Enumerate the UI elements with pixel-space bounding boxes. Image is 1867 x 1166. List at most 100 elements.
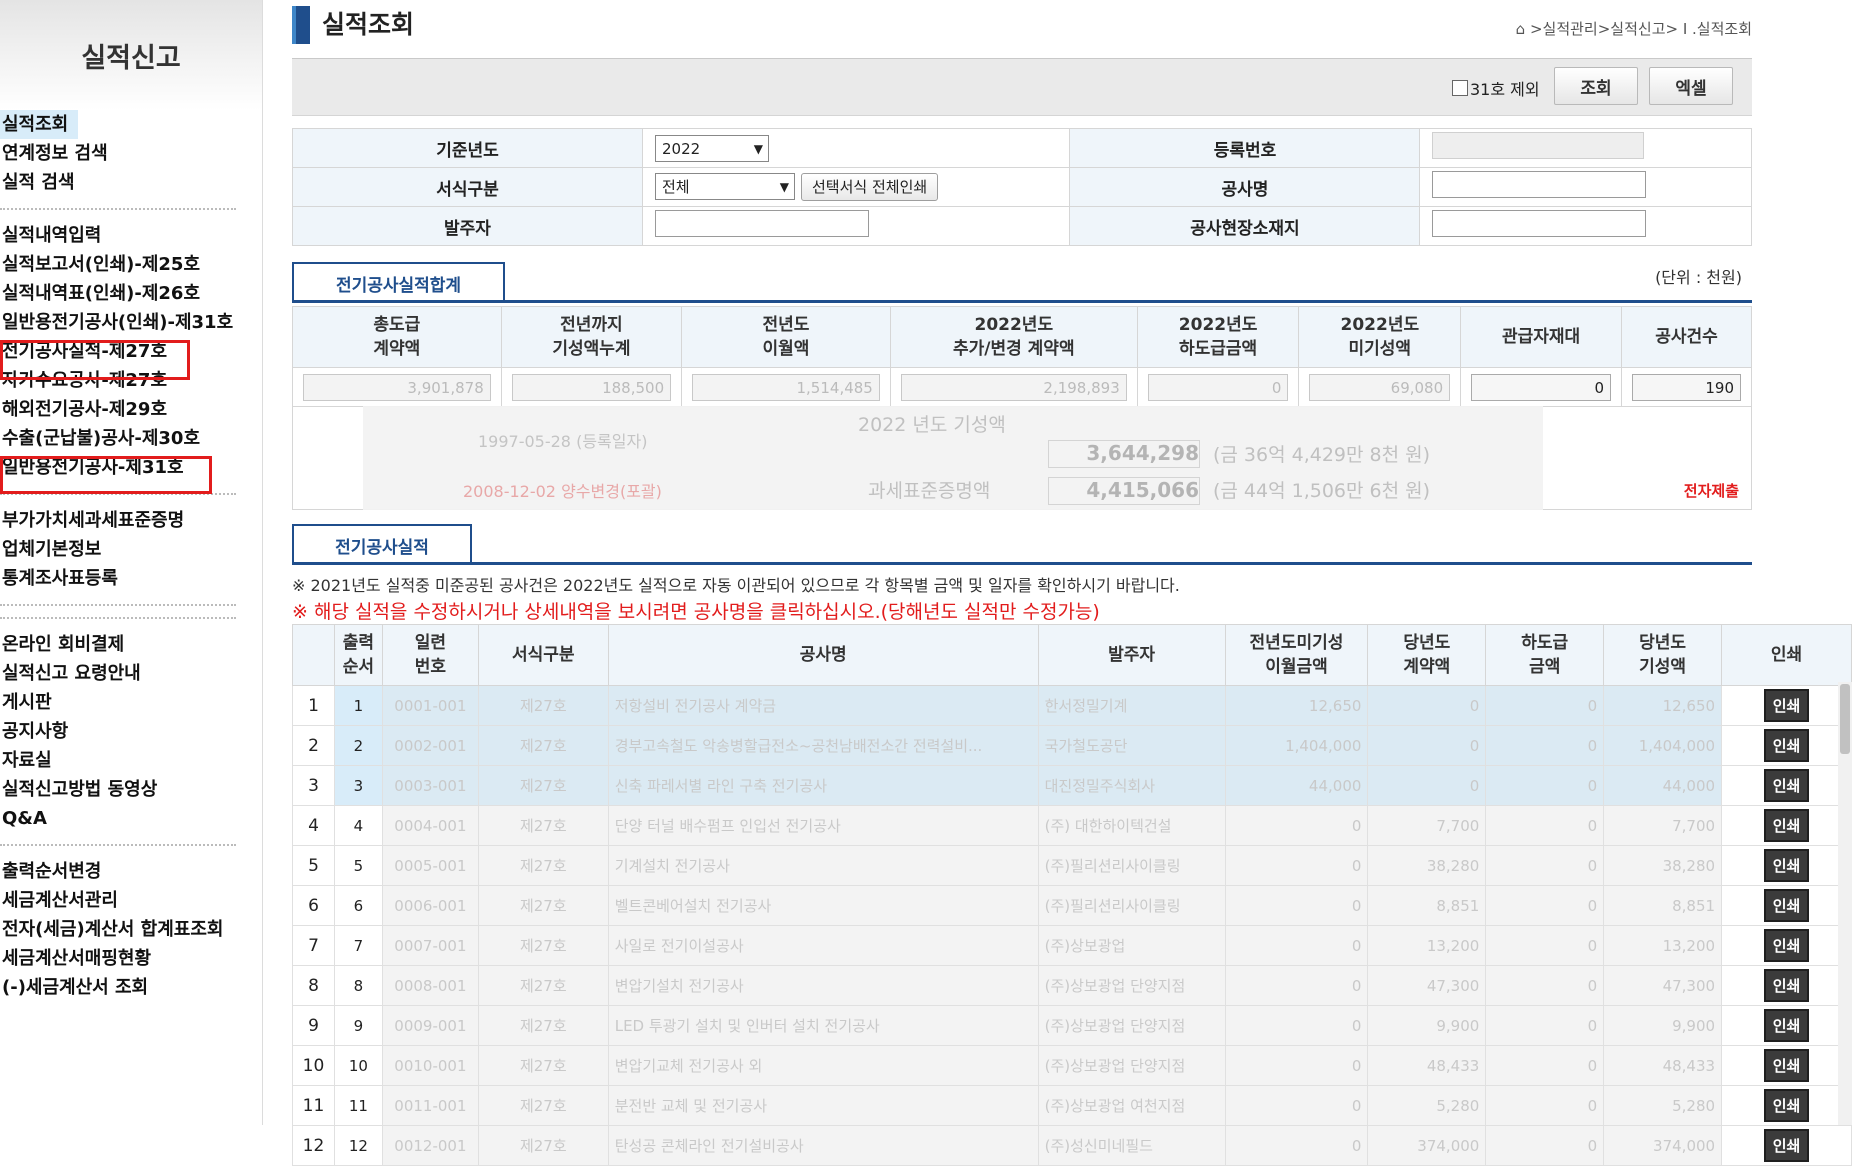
excel-button[interactable]: 엑셀 [1649, 67, 1733, 105]
cell-client: (주)상보광업 여천지점 [1037, 1085, 1226, 1126]
project-name-input[interactable] [1432, 171, 1647, 198]
table-row[interactable]: 10 10 0010-001 제27호 변압기교체 전기공사 외 (주)상보광업 단양지점… [292, 1045, 1852, 1086]
table-row[interactable]: 8 8 0008-001 제27호 변압기설치 전기공사 (주)상보광업 단양지점 0 47,… [292, 965, 1852, 1006]
unit-label: (단위 : 천원) [1655, 268, 1742, 287]
print-button[interactable]: 인쇄 [1763, 689, 1810, 722]
sidebar-item[interactable]: 공지사항 [0, 717, 262, 746]
sidebar-item[interactable]: 출력순서변경 [0, 857, 262, 886]
cell-order: 10 [333, 1045, 383, 1086]
scrollbar-thumb[interactable] [1840, 684, 1850, 754]
table-row[interactable]: 2 2 0002-001 제27호 경부고속철도 악송병할급전소~공천남배전소간 전력설… [292, 725, 1852, 766]
sidebar-item[interactable]: 게시판 [0, 688, 262, 717]
print-button[interactable]: 인쇄 [1763, 769, 1810, 802]
sidebar-item[interactable]: 실적보고서(인쇄)-제25호 [0, 250, 262, 279]
print-button[interactable]: 인쇄 [1763, 1089, 1810, 1122]
sidebar-item[interactable]: 실적내역입력 [0, 221, 262, 250]
sidebar-item[interactable]: 온라인 회비결제 [0, 630, 262, 659]
print-button[interactable]: 인쇄 [1763, 1129, 1810, 1162]
cell-carry: 0 [1224, 885, 1369, 926]
cell-name[interactable]: 변압기교체 전기공사 외 [607, 1045, 1039, 1086]
print-button[interactable]: 인쇄 [1763, 1049, 1810, 1082]
sidebar-item[interactable]: 실적 검색 [0, 168, 262, 197]
sidebar-item[interactable]: 실적조회 [0, 110, 79, 139]
e-submit-link[interactable]: 전자제출 [1684, 480, 1739, 501]
cell-name[interactable]: LED 투광기 설치 및 인버터 설치 전기공사 [607, 1005, 1039, 1046]
cell-order: 3 [333, 765, 383, 806]
search-form: 기준년도 2022 ▼ 등록번호 서식구분 전체 ▼ 선택서식 전체인쇄 공사명 발주… [292, 128, 1752, 246]
table-row[interactable]: 11 11 0011-001 제27호 분전반 교체 및 전기공사 (주)상보광업 여천지… [292, 1085, 1852, 1126]
sidebar-item[interactable]: 실적신고방법 동영상 [0, 775, 262, 804]
table-row[interactable]: 7 7 0007-001 제27호 사일로 전기이설공사 (주)상보광업 0 13,200 0 1… [292, 925, 1852, 966]
cell-name[interactable]: 사일로 전기이설공사 [607, 925, 1039, 966]
cell-name[interactable]: 벨트콘베어설치 전기공사 [607, 885, 1039, 926]
print-button[interactable]: 인쇄 [1763, 1009, 1810, 1042]
client-input[interactable] [655, 210, 869, 237]
cell-form: 제27호 [477, 1085, 609, 1126]
sidebar-item[interactable]: 세금계산서매핑현황 [0, 944, 262, 973]
sidebar-item[interactable]: 수출(군납불)공사-제30호 [0, 424, 262, 453]
cell-name[interactable]: 분전반 교체 및 전기공사 [607, 1085, 1039, 1126]
sidebar-item[interactable]: 실적내역표(인쇄)-제26호 [0, 279, 262, 308]
print-button[interactable]: 인쇄 [1763, 849, 1810, 882]
print-button[interactable]: 인쇄 [1763, 809, 1810, 842]
cell-client: (주)상보광업 단양지점 [1037, 1005, 1226, 1046]
sidebar-item[interactable]: 부가가치세과세표준증명 [0, 506, 262, 535]
table-row[interactable]: 9 9 0009-001 제27호 LED 투광기 설치 및 인버터 설치 전기공사 (주… [292, 1005, 1852, 1046]
cell-name[interactable]: 변압기설치 전기공사 [607, 965, 1039, 1006]
table-row[interactable]: 6 6 0006-001 제27호 벨트콘베어설치 전기공사 (주)필리션리사이클링 0 8,… [292, 885, 1852, 926]
cell-name[interactable]: 저항설비 전기공사 계약금 [607, 685, 1039, 726]
cell-client: (주)성신미네필드 [1037, 1125, 1226, 1166]
table-row[interactable]: 1 1 0001-001 제27호 저항설비 전기공사 계약금 한서정밀기계 12,650 0… [292, 685, 1852, 726]
sidebar-item[interactable]: 세금계산서관리 [0, 886, 262, 915]
table-row[interactable]: 5 5 0005-001 제27호 기계설치 전기공사 (주)필리션리사이클링 0 38,28… [292, 845, 1852, 886]
summary-value: 188,500 [511, 373, 672, 401]
cell-carry: 0 [1224, 1125, 1369, 1166]
results-header [292, 624, 335, 686]
table-row[interactable]: 12 12 0012-001 제27호 탄성공 콘체라인 전기설비공사 (주)성신미네필드… [292, 1125, 1852, 1166]
breadcrumb[interactable]: ⌂ >실적관리>실적신고> I .실적조회 [1516, 18, 1752, 39]
sidebar-item[interactable]: 전자(세금)계산서 합계표조회 [0, 915, 262, 944]
cell-client: (주)상보광업 [1037, 925, 1226, 966]
cell-name[interactable]: 탄성공 콘체라인 전기설비공사 [607, 1125, 1039, 1166]
print-button[interactable]: 인쇄 [1763, 889, 1810, 922]
cell-name[interactable]: 단양 터널 배수펌프 인입선 전기공사 [607, 805, 1039, 846]
sidebar-item[interactable]: 업체기본정보 [0, 535, 262, 564]
summary-value: 0 [1471, 373, 1612, 401]
results-header: 공사명 [607, 624, 1039, 686]
sidebar-item[interactable]: 통계조사표등록 [0, 564, 262, 593]
sidebar-item[interactable]: (-)세금계산서 조회 [0, 973, 262, 1002]
sidebar-item[interactable]: 일반용전기공사(인쇄)-제31호 [0, 308, 262, 337]
checkbox-icon[interactable] [1452, 80, 1468, 96]
table-row[interactable]: 4 4 0004-001 제27호 단양 터널 배수펌프 인입선 전기공사 (주) 대한하… [292, 805, 1852, 846]
cell-name[interactable]: 경부고속철도 악송병할급전소~공천남배전소간 전력설비... [607, 725, 1039, 766]
sidebar-item[interactable]: 자료실 [0, 746, 262, 775]
print-button[interactable]: 인쇄 [1763, 969, 1810, 1002]
cell-form: 제27호 [477, 765, 609, 806]
print-button[interactable]: 인쇄 [1763, 929, 1810, 962]
tax-amount: 4,415,066 [1048, 477, 1200, 505]
tab-summary[interactable]: 전기공사실적합계 [292, 262, 505, 302]
exclude-31-checkbox[interactable]: 31호 제외 [1452, 76, 1540, 100]
cell-print: 인쇄 [1721, 1085, 1852, 1126]
results-header: 하도급 금액 [1485, 624, 1605, 686]
cell-name[interactable]: 기계설치 전기공사 [607, 845, 1039, 886]
summary-header: 2022년도 추가/변경 계약액 [889, 306, 1138, 368]
site-input[interactable] [1432, 210, 1647, 237]
print-button[interactable]: 인쇄 [1763, 729, 1810, 762]
sidebar-item[interactable]: Q&A [0, 804, 262, 833]
table-row[interactable]: 3 3 0003-001 제27호 신축 파레서별 라인 구축 전기공사 대진정밀주식회사… [292, 765, 1852, 806]
search-button[interactable]: 조회 [1554, 67, 1638, 105]
sidebar-item[interactable]: 해외전기공사-제29호 [0, 395, 262, 424]
year-select[interactable]: 2022 ▼ [655, 134, 769, 162]
cell-name[interactable]: 신축 파레서별 라인 구축 전기공사 [607, 765, 1039, 806]
form-type-select[interactable]: 전체 ▼ [655, 173, 795, 200]
tab-results[interactable]: 전기공사실적 [292, 524, 472, 564]
sidebar-item[interactable]: 실적신고 요령안내 [0, 659, 262, 688]
form-type-label: 서식구분 [292, 167, 643, 207]
print-all-button[interactable]: 선택서식 전체인쇄 [801, 173, 939, 201]
summary-table: 총도급 계약액 전년까지 기성액누계 전년도 이월액 2022년도 추가/변경 계약액… [292, 306, 1752, 407]
cell-form: 제27호 [477, 1125, 609, 1166]
scrollbar[interactable] [1838, 682, 1852, 1125]
sidebar-item[interactable]: 연계정보 검색 [0, 139, 262, 168]
results-header: 당년도 계약액 [1367, 624, 1487, 686]
